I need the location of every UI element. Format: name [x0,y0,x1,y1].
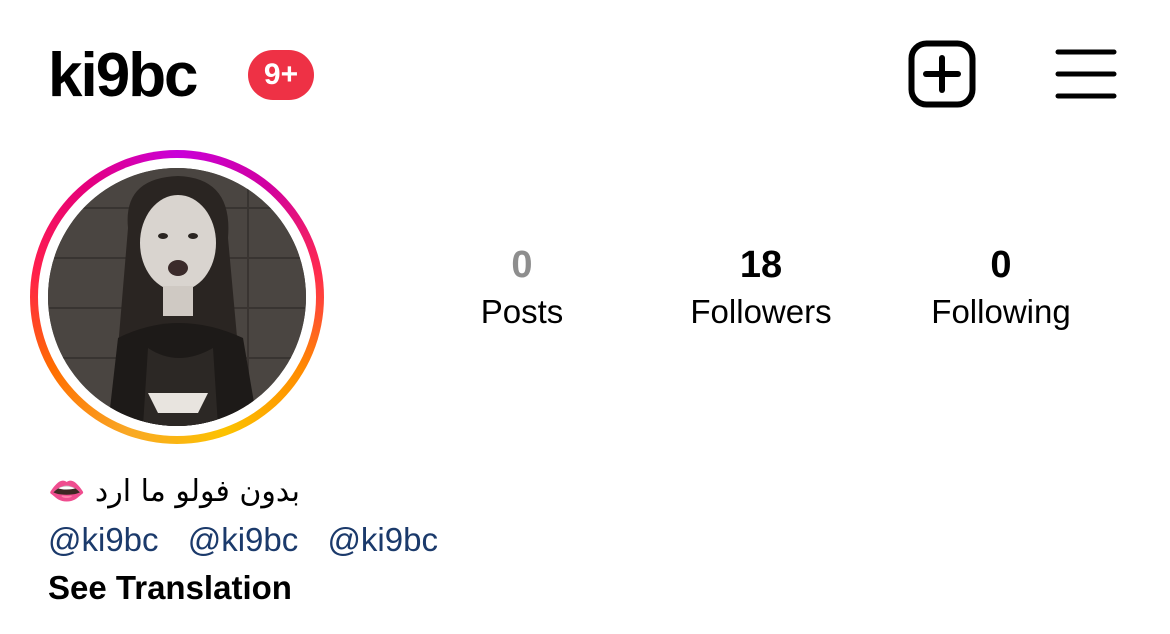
profile-photo [48,168,306,426]
avatar[interactable] [48,168,306,426]
followers-stat[interactable]: 18 Followers [666,240,856,334]
hamburger-menu-icon[interactable] [1055,44,1117,104]
profile-username[interactable]: ki9bc [48,38,199,114]
bio-text: بدون فولو ما ارد 👄 [48,474,300,509]
story-ring[interactable] [30,150,324,444]
plus-square-icon[interactable] [908,40,976,108]
posts-count: 0 [511,244,533,286]
mention-link[interactable]: @ki9bc [188,521,299,558]
see-translation-link[interactable]: See Translation [48,566,292,610]
following-stat[interactable]: 0 Following [906,240,1096,334]
followers-label: Followers [690,293,832,330]
notification-badge[interactable]: 9+ [248,50,314,100]
followers-count: 18 [739,244,783,286]
following-label: Following [931,293,1071,330]
bio-mentions: @ki9bc @ki9bc @ki9bc [48,518,458,562]
mention-link[interactable]: @ki9bc [327,521,438,558]
following-count: 0 [990,244,1012,286]
profile-page: ki9bc 9+ 0 Posts 18 Followers 0 Followin… [0,0,1170,634]
mention-link[interactable]: @ki9bc [48,521,159,558]
posts-stat[interactable]: 0 Posts [460,240,584,334]
posts-label: Posts [480,293,564,330]
